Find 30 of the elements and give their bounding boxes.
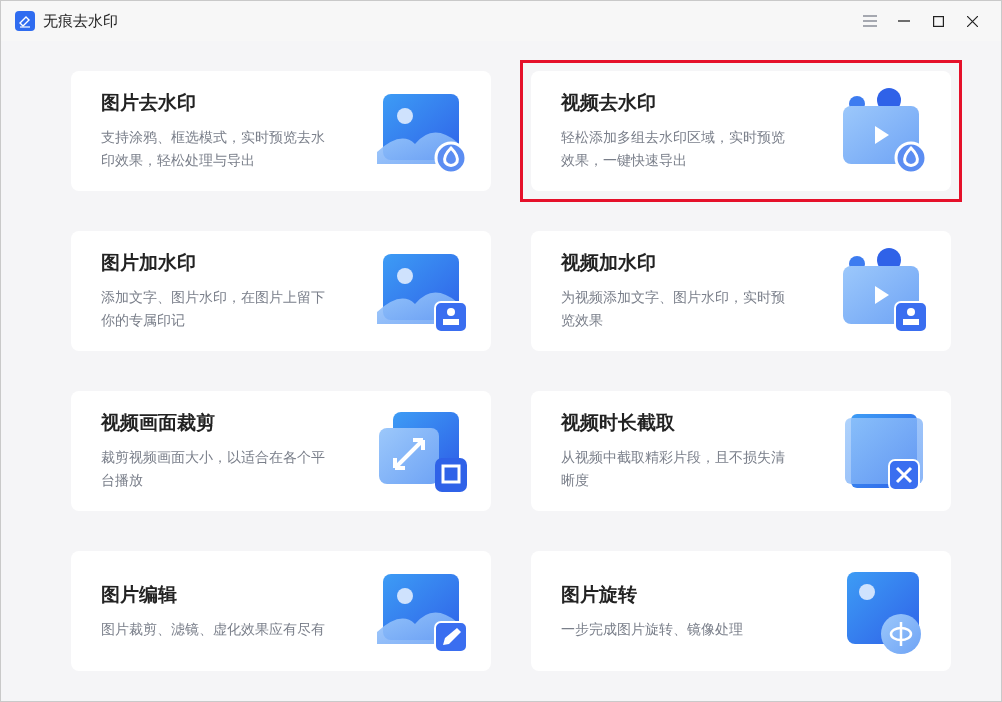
feature-card[interactable]: 图片旋转 一步完成图片旋转、镜像处理 bbox=[531, 551, 951, 671]
menu-icon bbox=[863, 15, 877, 27]
card-description: 裁剪视频画面大小，以适合在各个平台播放 bbox=[101, 448, 326, 490]
card-title: 视频加水印 bbox=[561, 250, 657, 275]
card-description: 图片裁剪、滤镜、虚化效果应有尽有 bbox=[101, 619, 326, 639]
card-title: 图片旋转 bbox=[561, 581, 638, 607]
card-title: 图片编辑 bbox=[101, 581, 178, 607]
card-title: 视频时长截取 bbox=[561, 410, 676, 435]
card-description: 一步完成图片旋转、镜像处理 bbox=[561, 619, 744, 639]
feature-card[interactable]: 图片去水印 支持涂鸦、框选模式，实时预览去水印效果，轻松处理与导出 bbox=[71, 71, 491, 191]
close-icon bbox=[966, 15, 978, 27]
feature-card[interactable]: 视频加水印 为视频添加文字、图片水印，实时预览效果 bbox=[531, 231, 951, 351]
feature-card[interactable]: 图片加水印 添加文字、图片水印，在图片上留下你的专属印记 bbox=[71, 231, 491, 351]
card-description: 添加文字、图片水印，在图片上留下你的专属印记 bbox=[101, 288, 326, 330]
feature-card[interactable]: 图片编辑 图片裁剪、滤镜、虚化效果应有尽有 bbox=[71, 551, 491, 671]
maximize-icon bbox=[932, 15, 944, 27]
window-title: 无痕去水印 bbox=[43, 11, 119, 31]
card-description: 轻松添加多组去水印区域，实时预览效果，一键快速导出 bbox=[561, 128, 786, 170]
feature-card[interactable]: 视频去水印 轻松添加多组去水印区域，实时预览效果，一键快速导出 bbox=[531, 71, 951, 191]
feature-card[interactable]: 视频时长截取 从视频中截取精彩片段，且不损失清晰度 bbox=[531, 391, 951, 511]
card-title: 视频画面裁剪 bbox=[101, 410, 216, 435]
card-description: 从视频中截取精彩片段，且不损失清晰度 bbox=[561, 448, 786, 490]
eraser-icon bbox=[15, 11, 35, 31]
card-title: 视频去水印 bbox=[561, 90, 657, 115]
card-title: 图片加水印 bbox=[101, 250, 197, 275]
card-title: 图片去水印 bbox=[101, 90, 197, 115]
card-description: 为视频添加文字、图片水印，实时预览效果 bbox=[561, 288, 786, 330]
feature-card[interactable]: 视频画面裁剪 裁剪视频画面大小，以适合在各个平台播放 bbox=[71, 391, 491, 511]
card-description: 支持涂鸦、框选模式，实时预览去水印效果，轻松处理与导出 bbox=[101, 128, 326, 170]
minimize-icon bbox=[898, 20, 910, 22]
